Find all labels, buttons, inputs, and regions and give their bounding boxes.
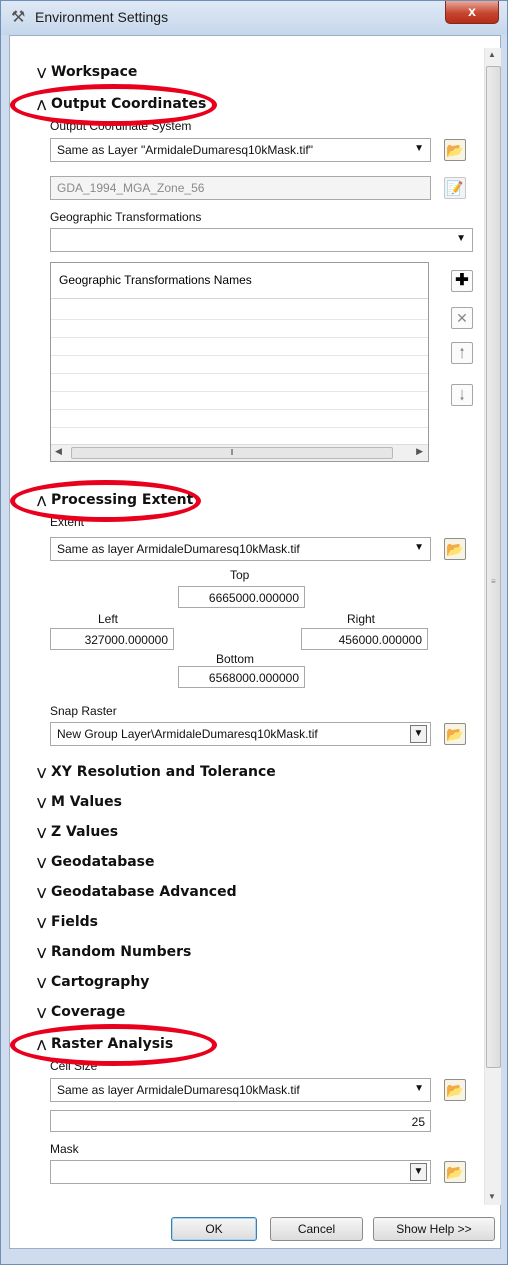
right-label: Right xyxy=(347,612,376,626)
extent-select[interactable]: Same as layer ArmidaleDumaresq10kMask.ti… xyxy=(50,537,431,561)
expand-chevron-icon: ⋁ xyxy=(37,796,47,809)
table-row[interactable] xyxy=(51,409,428,410)
table-row[interactable] xyxy=(51,337,428,338)
table-row[interactable] xyxy=(51,355,428,356)
folder-open-icon[interactable]: 📂 xyxy=(444,538,466,560)
bottom-label: Bottom xyxy=(216,652,255,666)
output-coordinate-system-select[interactable]: Same as Layer "ArmidaleDumaresq10kMask.t… xyxy=(50,138,431,162)
scroll-left-icon[interactable]: ◀ xyxy=(55,446,62,457)
annotation-ellipse xyxy=(10,480,201,522)
expand-chevron-icon: ⋁ xyxy=(37,916,47,929)
cell-size-input[interactable]: 25 xyxy=(50,1110,431,1132)
top-input[interactable]: 6665000.000000 xyxy=(178,586,305,608)
expand-chevron-icon: ⋁ xyxy=(37,946,47,959)
show-help-button[interactable]: Show Help >> xyxy=(373,1217,495,1241)
section-cartography[interactable]: ⋁ Cartography xyxy=(37,974,149,990)
folder-open-icon[interactable]: 📂 xyxy=(444,1161,466,1183)
annotation-ellipse xyxy=(10,84,217,126)
grip-icon: ≡ xyxy=(491,577,496,586)
section-fields[interactable]: ⋁ Fields xyxy=(37,914,98,930)
folder-open-icon[interactable]: 📂 xyxy=(444,723,466,745)
mask-label: Mask xyxy=(50,1142,79,1156)
settings-panel: ▲ ≡ ▼ ⋁ Workspace ⋀ Output Coordinates Out… xyxy=(9,35,501,1249)
table-row[interactable] xyxy=(51,427,428,428)
title-bar: ⚒ Environment Settings x xyxy=(1,1,507,35)
geographic-transformations-select[interactable]: ▼ xyxy=(50,228,473,252)
section-geodatabase[interactable]: ⋁ Geodatabase xyxy=(37,854,155,870)
tools-icon: ⚒ xyxy=(11,9,26,26)
left-input[interactable]: 327000.000000 xyxy=(50,628,174,650)
geographic-transformations-label: Geographic Transformations xyxy=(50,210,202,224)
expand-chevron-icon: ⋁ xyxy=(37,66,47,79)
transformations-table: Geographic Transformations Names ◀ ‖ ▶ xyxy=(50,262,429,462)
left-label: Left xyxy=(98,612,119,626)
table-row[interactable] xyxy=(51,319,428,320)
ok-button[interactable]: OK xyxy=(171,1217,257,1241)
vertical-scrollbar[interactable]: ▲ ≡ ▼ xyxy=(484,48,501,1205)
folder-open-icon[interactable]: 📂 xyxy=(444,139,466,161)
section-coverage[interactable]: ⋁ Coverage xyxy=(37,1004,125,1020)
section-m-values[interactable]: ⋁ M Values xyxy=(37,794,122,810)
window-title: Environment Settings xyxy=(35,9,169,25)
plus-icon[interactable]: ✚ xyxy=(451,270,473,292)
section-z-values[interactable]: ⋁ Z Values xyxy=(37,824,118,840)
scrollbar-thumb[interactable]: ≡ xyxy=(486,66,501,1068)
dropdown-arrow-icon: ▼ xyxy=(414,542,424,553)
cancel-button[interactable]: Cancel xyxy=(270,1217,363,1241)
annotation-ellipse xyxy=(10,1024,217,1066)
table-row[interactable] xyxy=(51,391,428,392)
right-input[interactable]: 456000.000000 xyxy=(301,628,428,650)
x-icon[interactable]: ✕ xyxy=(451,307,473,329)
table-header: Geographic Transformations Names xyxy=(51,263,428,299)
scroll-down-icon[interactable]: ▼ xyxy=(488,1192,496,1201)
arrow-up-icon[interactable]: 🠑 xyxy=(451,342,473,364)
section-xy-resolution[interactable]: ⋁ XY Resolution and Tolerance xyxy=(37,764,276,780)
expand-chevron-icon: ⋁ xyxy=(37,826,47,839)
expand-chevron-icon: ⋁ xyxy=(37,856,47,869)
snap-raster-select[interactable]: New Group Layer\ArmidaleDumaresq10kMask.… xyxy=(50,722,431,746)
scrollbar-thumb[interactable]: ‖ xyxy=(71,447,393,459)
top-label: Top xyxy=(230,568,250,582)
section-random-numbers[interactable]: ⋁ Random Numbers xyxy=(37,944,191,960)
section-geodatabase-advanced[interactable]: ⋁ Geodatabase Advanced xyxy=(37,884,237,900)
arrow-down-icon[interactable]: 🠓 xyxy=(451,384,473,406)
scroll-right-icon[interactable]: ▶ xyxy=(416,446,423,457)
mask-select[interactable]: ▼ xyxy=(50,1160,431,1184)
expand-chevron-icon: ⋁ xyxy=(37,976,47,989)
environment-settings-window: ⚒ Environment Settings x ▲ ≡ ▼ ⋁ Workspac… xyxy=(0,0,508,1265)
dropdown-arrow-icon: ▼ xyxy=(414,1083,424,1094)
dropdown-arrow-icon: ▼ xyxy=(456,233,466,244)
scroll-up-icon[interactable]: ▲ xyxy=(488,50,496,59)
expand-chevron-icon: ⋁ xyxy=(37,766,47,779)
section-workspace[interactable]: ⋁ Workspace xyxy=(37,64,137,80)
dropdown-arrow-icon: ▼ xyxy=(410,725,427,743)
bottom-input[interactable]: 6568000.000000 xyxy=(178,666,305,688)
cell-size-select[interactable]: Same as layer ArmidaleDumaresq10kMask.ti… xyxy=(50,1078,431,1102)
expand-chevron-icon: ⋁ xyxy=(37,1006,47,1019)
snap-raster-label: Snap Raster xyxy=(50,704,117,718)
expand-chevron-icon: ⋁ xyxy=(37,886,47,899)
dropdown-arrow-icon: ▼ xyxy=(410,1163,427,1181)
dropdown-arrow-icon: ▼ xyxy=(414,143,424,154)
projection-field: GDA_1994_MGA_Zone_56 xyxy=(50,176,431,200)
folder-open-icon[interactable]: 📂 xyxy=(444,1079,466,1101)
table-row[interactable] xyxy=(51,373,428,374)
close-button[interactable]: x xyxy=(445,1,499,24)
horizontal-scrollbar[interactable]: ◀ ‖ ▶ xyxy=(51,444,428,461)
projection-properties-icon: 📝 xyxy=(444,177,466,199)
